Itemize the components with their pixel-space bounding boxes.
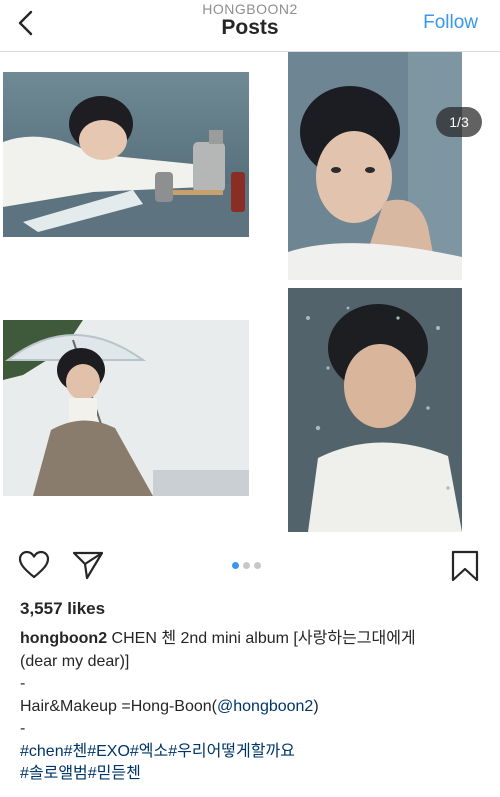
post-media-carousel[interactable]: 1/3 <box>0 52 500 546</box>
share-button[interactable] <box>72 550 104 580</box>
caption-separator: - <box>20 675 26 692</box>
carousel-indicator <box>232 562 265 570</box>
caption-text-line-1: CHEN 첸 2nd mini album [사랑하는그대에게 <box>107 630 416 647</box>
caption-text-line-2: (dear my dear)] <box>20 652 130 670</box>
post-action-bar <box>0 546 500 586</box>
like-button[interactable] <box>18 550 50 580</box>
caption-hashtags-line-2[interactable]: #솔로앨범#믿듣첸 <box>20 763 490 786</box>
bookmark-outline-icon <box>451 550 479 582</box>
heart-outline-icon <box>18 550 50 579</box>
save-button[interactable] <box>450 550 480 582</box>
caption-hashtags-line-1[interactable]: #chen#첸#EXO#엑소#우리어떻게할까요 <box>20 741 490 764</box>
caption-username[interactable]: hongboon2 <box>20 630 107 647</box>
like-count[interactable]: 3,557 likes <box>20 599 105 619</box>
post-caption: hongboon2 CHEN 첸 2nd mini album [사랑하는그대에… <box>20 628 490 786</box>
carousel-dot <box>254 562 261 569</box>
caption-separator: - <box>20 720 26 737</box>
follow-button[interactable]: Follow <box>423 12 478 34</box>
photo-man-resting-at-table <box>3 72 249 237</box>
photo-man-hand-on-chin <box>288 52 462 280</box>
image-counter-badge: 1/3 <box>436 107 482 137</box>
carousel-dot <box>243 562 250 569</box>
photo-man-with-umbrella <box>3 320 249 496</box>
paper-plane-icon <box>72 551 104 580</box>
caption-credit-suffix: ) <box>313 697 319 715</box>
top-navigation-bar: HONGBOON2 Posts Follow <box>0 0 500 52</box>
caption-credit-prefix: Hair&Makeup =Hong-Boon( <box>20 697 217 715</box>
caption-mention-link[interactable]: @hongboon2 <box>217 698 313 715</box>
carousel-dot-active <box>232 562 239 569</box>
photo-man-behind-rainy-window <box>288 288 462 532</box>
